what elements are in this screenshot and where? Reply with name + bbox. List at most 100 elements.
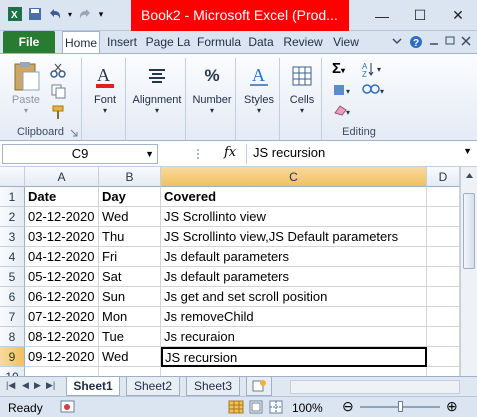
row-header[interactable]: 7 xyxy=(0,307,25,327)
alignment-button[interactable]: Alignment ▾ xyxy=(130,60,184,115)
insert-function-button[interactable]: fx xyxy=(224,145,236,160)
active-cell[interactable]: JS recursion xyxy=(161,347,427,367)
table-cell[interactable] xyxy=(99,367,161,376)
tab-file[interactable]: File xyxy=(3,31,55,53)
row-header[interactable]: 8 xyxy=(0,327,25,347)
find-select-icon[interactable]: ▾ xyxy=(362,82,386,101)
formula-input[interactable]: JS recursion xyxy=(246,144,457,164)
select-all-corner[interactable] xyxy=(0,167,25,187)
table-cell[interactable] xyxy=(427,307,460,327)
excel-logo-icon[interactable]: X xyxy=(6,5,24,23)
help-icon[interactable]: ? xyxy=(409,35,423,49)
prev-sheet-icon[interactable]: ◀ xyxy=(22,380,29,391)
first-sheet-icon[interactable]: |◀ xyxy=(6,380,15,391)
table-cell[interactable]: 08-12-2020 xyxy=(25,327,99,347)
tab-data[interactable]: Data xyxy=(246,31,276,53)
table-cell[interactable]: Sat xyxy=(99,267,161,287)
table-cell[interactable]: Sun xyxy=(99,287,161,307)
clipboard-launcher-icon[interactable] xyxy=(70,129,78,137)
table-cell[interactable]: 02-12-2020 xyxy=(25,207,99,227)
table-cell[interactable]: Js default parameters xyxy=(161,247,427,267)
copy-icon[interactable] xyxy=(50,83,66,99)
normal-view-icon[interactable] xyxy=(228,400,244,414)
name-box-dropdown-icon[interactable]: ▼ xyxy=(145,145,154,163)
row-header[interactable]: 2 xyxy=(0,207,25,227)
scroll-up-icon[interactable] xyxy=(465,171,474,180)
sheet-tab-sheet3[interactable]: Sheet3 xyxy=(186,377,240,396)
column-header-d[interactable]: D xyxy=(427,167,460,187)
table-cell[interactable]: Fri xyxy=(99,247,161,267)
formula-bar-grip-icon[interactable] xyxy=(196,148,200,160)
horizontal-scrollbar[interactable] xyxy=(290,380,460,394)
page-layout-view-icon[interactable] xyxy=(248,400,264,414)
table-cell[interactable] xyxy=(427,267,460,287)
workbook-restore-icon[interactable] xyxy=(445,35,455,47)
table-cell[interactable]: Js removeChild xyxy=(161,307,427,327)
row-header[interactable]: 3 xyxy=(0,227,25,247)
font-button[interactable]: A Font ▾ xyxy=(88,60,122,115)
minimize-ribbon-icon[interactable] xyxy=(391,35,403,47)
tab-insert[interactable]: Insert xyxy=(104,31,140,53)
last-sheet-icon[interactable]: ▶| xyxy=(46,380,55,391)
tab-page-layout[interactable]: Page La xyxy=(144,31,192,53)
table-cell[interactable] xyxy=(427,207,460,227)
column-header-c[interactable]: C xyxy=(161,167,427,187)
minimize-button[interactable]: — xyxy=(363,0,401,31)
table-cell[interactable] xyxy=(25,367,99,376)
table-cell[interactable]: JS Scrollinto view xyxy=(161,207,427,227)
page-break-preview-icon[interactable] xyxy=(268,400,284,414)
paste-button[interactable]: Paste ▾ xyxy=(6,60,46,115)
tab-formulas[interactable]: Formula xyxy=(196,31,242,53)
table-cell[interactable]: Thu xyxy=(99,227,161,247)
column-header-a[interactable]: A xyxy=(25,167,99,187)
table-cell[interactable]: Js default parameters xyxy=(161,267,427,287)
table-cell[interactable]: 09-12-2020 xyxy=(25,347,99,367)
next-sheet-icon[interactable]: ▶ xyxy=(34,380,41,391)
column-header-b[interactable]: B xyxy=(99,167,161,187)
table-cell[interactable]: Covered xyxy=(161,187,427,207)
zoom-slider-knob[interactable] xyxy=(398,401,403,412)
tab-home[interactable]: Home xyxy=(62,31,100,53)
table-cell[interactable]: Day xyxy=(99,187,161,207)
expand-formula-bar-icon[interactable]: ▼ xyxy=(463,146,472,156)
table-cell[interactable]: 03-12-2020 xyxy=(25,227,99,247)
tab-review[interactable]: Review xyxy=(280,31,326,53)
workbook-close-icon[interactable] xyxy=(461,35,471,47)
row-header[interactable]: 6 xyxy=(0,287,25,307)
redo-icon[interactable] xyxy=(76,5,94,23)
row-header[interactable]: 9 xyxy=(0,347,25,367)
row-header[interactable]: 4 xyxy=(0,247,25,267)
sheet-tab-sheet2[interactable]: Sheet2 xyxy=(126,377,180,396)
table-cell[interactable]: Wed xyxy=(99,347,161,367)
row-header[interactable]: 10 xyxy=(0,367,25,376)
undo-icon[interactable] xyxy=(46,5,64,23)
cells-button[interactable]: Cells ▾ xyxy=(284,60,320,115)
table-cell[interactable]: 07-12-2020 xyxy=(25,307,99,327)
table-cell[interactable]: Tue xyxy=(99,327,161,347)
save-icon[interactable] xyxy=(26,5,44,23)
fill-icon[interactable]: ▾ xyxy=(332,82,354,101)
table-cell[interactable]: 04-12-2020 xyxy=(25,247,99,267)
undo-dropdown-icon[interactable]: ▾ xyxy=(66,5,74,23)
vertical-scroll-thumb[interactable] xyxy=(463,193,475,269)
tab-view[interactable]: View xyxy=(330,31,362,53)
table-cell[interactable] xyxy=(427,187,460,207)
worksheet-grid[interactable]: A B C D 1 Date Day Covered 2 02-12-2020 Wed JS … xyxy=(0,167,477,376)
styles-button[interactable]: A Styles ▾ xyxy=(240,60,278,115)
maximize-button[interactable]: ☐ xyxy=(401,0,439,31)
table-cell[interactable]: 06-12-2020 xyxy=(25,287,99,307)
table-cell[interactable] xyxy=(427,327,460,347)
number-button[interactable]: % Number ▾ xyxy=(190,60,234,115)
zoom-out-icon[interactable]: ⊖ xyxy=(342,398,354,415)
table-cell[interactable] xyxy=(427,227,460,247)
table-cell[interactable]: Js recuraion xyxy=(161,327,427,347)
table-cell[interactable] xyxy=(161,367,427,376)
sort-filter-icon[interactable]: A Z ▾ xyxy=(362,60,386,81)
autosum-icon[interactable]: Σ▾ xyxy=(332,60,345,77)
customize-qat-icon[interactable]: ▾ xyxy=(96,5,106,23)
table-cell[interactable]: Mon xyxy=(99,307,161,327)
table-cell[interactable]: 05-12-2020 xyxy=(25,267,99,287)
table-cell[interactable]: JS Scrollinto view,JS Default parameters xyxy=(161,227,427,247)
table-cell[interactable] xyxy=(427,287,460,307)
format-painter-icon[interactable] xyxy=(50,104,66,120)
